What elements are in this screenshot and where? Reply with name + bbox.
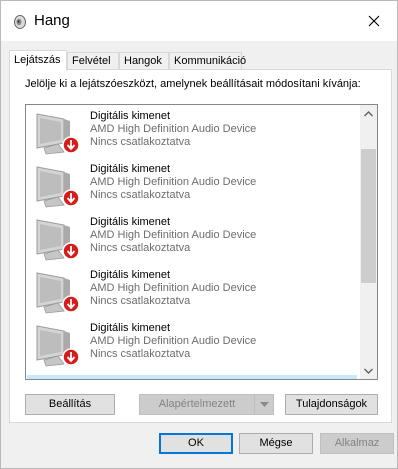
disconnected-arrow-icon [62, 348, 80, 366]
speaker-icon [14, 15, 26, 29]
device-name: Digitális kimenet [90, 269, 171, 281]
tab-playback[interactable]: Lejátszás [9, 50, 67, 71]
monitor-icon [36, 219, 80, 261]
device-name: Digitális kimenet [90, 216, 171, 228]
properties-button[interactable]: Tulajdonságok [285, 394, 378, 415]
tab-recording[interactable]: Felvétel [67, 52, 119, 70]
scroll-down-button[interactable] [360, 362, 377, 379]
chevron-up-icon [364, 110, 373, 116]
playback-panel: Jelölje ki a lejátszóeszközt, amelynek b… [9, 69, 392, 423]
instruction-text: Jelölje ki a lejátszóeszközt, amelynek b… [25, 78, 361, 90]
device-description: AMD High Definition Audio Device [90, 282, 257, 294]
monitor-icon [36, 113, 80, 155]
device-name: Digitális kimenet [90, 110, 171, 122]
device-name: Digitális kimenet [90, 322, 171, 334]
chevron-down-icon [259, 401, 269, 407]
device-description: AMD High Definition Audio Device [90, 176, 257, 188]
device-description: AMD High Definition Audio Device [90, 229, 257, 241]
configure-button[interactable]: Beállítás [25, 394, 115, 415]
chevron-down-icon [364, 368, 373, 374]
device-item[interactable]: Digitális kimenet AMD High Definition Au… [26, 160, 361, 213]
vertical-scrollbar[interactable] [360, 105, 377, 379]
device-status: Nincs csatlakoztatva [90, 136, 191, 148]
disconnected-arrow-icon [62, 242, 80, 260]
tab-communications[interactable]: Kommunikáció [169, 52, 246, 70]
tab-sounds[interactable]: Hangok [119, 52, 169, 70]
scrollbar-thumb[interactable] [361, 149, 376, 283]
title-bar: Hang [1, 1, 397, 41]
device-status: Nincs csatlakoztatva [90, 348, 191, 360]
device-status: Nincs csatlakoztatva [90, 242, 191, 254]
device-list[interactable]: Nincs csatlakoztatva Digitális kimenet [25, 104, 378, 380]
device-item[interactable]: Digitális kimenet AMD High Definition Au… [26, 319, 361, 372]
device-description: AMD High Definition Audio Device [90, 123, 257, 135]
close-button[interactable] [351, 1, 397, 41]
sound-dialog: Hang Lejátszás Felvétel Hangok Kommuniká… [0, 0, 398, 469]
scroll-up-button[interactable] [360, 105, 377, 122]
monitor-icon [36, 325, 80, 367]
cancel-button[interactable]: Mégse [239, 433, 313, 454]
device-items: Nincs csatlakoztatva Digitális kimenet [26, 105, 361, 379]
device-item[interactable]: Digitális kimenet AMD High Definition Au… [26, 107, 361, 160]
selected-item-highlight[interactable] [27, 375, 357, 379]
device-status: Nincs csatlakoztatva [90, 295, 191, 307]
disconnected-arrow-icon [62, 295, 80, 313]
device-name: Digitális kimenet [90, 163, 171, 175]
window-title: Hang [34, 12, 70, 29]
close-icon [368, 15, 380, 27]
device-item[interactable]: Digitális kimenet AMD High Definition Au… [26, 213, 361, 266]
set-default-dropdown[interactable] [254, 394, 274, 415]
set-default-button[interactable]: Alapértelmezett [139, 394, 255, 415]
disconnected-arrow-icon [62, 189, 80, 207]
disconnected-arrow-icon [62, 136, 80, 154]
monitor-icon [36, 272, 80, 314]
apply-button[interactable]: Alkalmaz [320, 433, 394, 454]
device-item[interactable]: Digitális kimenet AMD High Definition Au… [26, 266, 361, 319]
monitor-icon [36, 166, 80, 208]
device-status: Nincs csatlakoztatva [90, 189, 191, 201]
ok-button[interactable]: OK [159, 433, 233, 454]
device-description: AMD High Definition Audio Device [90, 335, 257, 347]
